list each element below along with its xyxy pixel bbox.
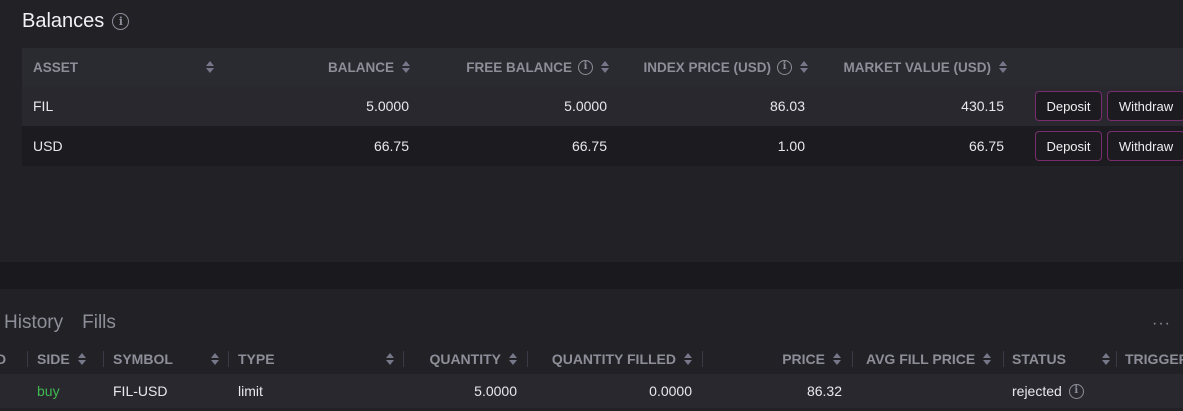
sort-arrows-icon[interactable] bbox=[1094, 343, 1110, 374]
col-type[interactable]: TYPE bbox=[238, 343, 388, 374]
column-divider[interactable] bbox=[403, 351, 404, 367]
asset-cell: FIL bbox=[33, 98, 54, 114]
orders-table-header: D SIDE SYMBOL TYPE QUANTITY QUANTITY FIL… bbox=[0, 343, 1183, 374]
col-status-label: STATUS bbox=[1012, 350, 1066, 367]
col-price-label: PRICE bbox=[782, 350, 825, 367]
balance-cell: 66.75 bbox=[373, 138, 409, 154]
market-value-cell: 430.15 bbox=[961, 98, 1004, 114]
col-balance-label: BALANCE bbox=[328, 59, 394, 75]
sort-arrows-icon bbox=[206, 61, 214, 73]
deposit-button[interactable]: Deposit bbox=[1035, 131, 1102, 161]
deposit-button[interactable]: Deposit bbox=[1035, 91, 1102, 121]
col-trigger[interactable]: TRIGGER bbox=[1125, 343, 1183, 374]
col-symbol-label: SYMBOL bbox=[113, 350, 173, 367]
sort-arrows-icon bbox=[999, 61, 1007, 73]
col-free-balance[interactable]: FREE BALANCE i bbox=[422, 48, 609, 86]
balances-table: ASSET BALANCE FREE BALANCE i INDEX PRICE… bbox=[22, 48, 1183, 166]
column-divider[interactable] bbox=[702, 351, 703, 367]
column-divider[interactable] bbox=[1116, 351, 1117, 367]
info-icon[interactable]: i bbox=[777, 59, 792, 75]
sort-arrows-icon bbox=[77, 352, 86, 365]
col-side-label: SIDE bbox=[37, 350, 70, 367]
sort-arrows-icon[interactable] bbox=[378, 343, 394, 374]
info-icon[interactable]: i bbox=[578, 59, 593, 75]
sort-arrows-icon bbox=[601, 61, 609, 73]
col-side[interactable]: SIDE bbox=[37, 343, 97, 374]
col-asset[interactable]: ASSET bbox=[33, 48, 213, 86]
balances-table-header: ASSET BALANCE FREE BALANCE i INDEX PRICE… bbox=[22, 48, 1183, 86]
column-divider[interactable] bbox=[1003, 351, 1004, 367]
balances-title-text: Balances bbox=[22, 10, 105, 32]
col-quantity-filled[interactable]: QUANTITY FILLED bbox=[535, 343, 692, 374]
status-cell: rejected i bbox=[1012, 374, 1084, 408]
column-divider[interactable] bbox=[103, 351, 104, 367]
asset-cell: USD bbox=[33, 138, 63, 154]
col-index-price[interactable]: INDEX PRICE (USD) i bbox=[612, 48, 808, 86]
side-cell: buy bbox=[37, 383, 60, 399]
tab-history[interactable]: History bbox=[4, 312, 63, 334]
market-value-cell: 66.75 bbox=[968, 138, 1004, 154]
balances-title: Balances i bbox=[22, 10, 130, 33]
col-free-balance-label: FREE BALANCE bbox=[466, 59, 572, 75]
symbol-cell: FIL-USD bbox=[113, 383, 168, 399]
col-type-label: TYPE bbox=[238, 350, 275, 367]
col-index-price-label: INDEX PRICE (USD) bbox=[643, 59, 771, 75]
sort-arrows-icon[interactable] bbox=[203, 343, 219, 374]
index-price-cell: 1.00 bbox=[777, 138, 805, 154]
sort-arrows-icon bbox=[800, 61, 808, 73]
free-balance-cell: 66.75 bbox=[571, 138, 607, 154]
orders-tabs: History Fills bbox=[0, 310, 116, 336]
sort-arrows-icon bbox=[833, 352, 841, 365]
panel-divider bbox=[0, 262, 1183, 289]
col-quantity[interactable]: QUANTITY bbox=[410, 343, 517, 374]
info-icon[interactable]: i bbox=[1068, 383, 1084, 399]
type-cell: limit bbox=[238, 383, 263, 399]
col-id-partial[interactable]: D bbox=[0, 343, 6, 374]
table-row: buy FIL-USD limit 5.0000 0.0000 86.32 re… bbox=[0, 374, 1183, 408]
sort-arrows-icon bbox=[211, 352, 219, 365]
info-icon[interactable]: i bbox=[112, 13, 130, 30]
quantity-cell: 5.0000 bbox=[474, 383, 517, 399]
sort-arrows-icon bbox=[402, 61, 410, 73]
table-row: FIL 5.0000 5.0000 86.03 430.15 Deposit W… bbox=[22, 86, 1183, 126]
col-avg-fill-price[interactable]: AVG FILL PRICE bbox=[866, 343, 1001, 374]
sort-arrows-icon bbox=[509, 352, 517, 365]
sort-arrows-icon[interactable] bbox=[198, 48, 218, 86]
withdraw-button[interactable]: Withdraw bbox=[1107, 131, 1183, 161]
sort-arrows-icon bbox=[684, 352, 692, 365]
col-market-value[interactable]: MARKET VALUE (USD) bbox=[812, 48, 1007, 86]
quantity-filled-cell: 0.0000 bbox=[649, 383, 692, 399]
index-price-cell: 86.03 bbox=[769, 98, 805, 114]
col-market-value-label: MARKET VALUE (USD) bbox=[843, 59, 992, 75]
balance-cell: 5.0000 bbox=[366, 98, 409, 114]
more-horizontal-icon[interactable]: ··· bbox=[1152, 315, 1171, 333]
column-divider[interactable] bbox=[27, 351, 28, 367]
status-text: rejected bbox=[1012, 383, 1062, 399]
col-avg-fill-price-label: AVG FILL PRICE bbox=[866, 350, 976, 367]
col-quantity-filled-label: QUANTITY FILLED bbox=[551, 350, 676, 367]
column-divider[interactable] bbox=[852, 351, 853, 367]
col-price[interactable]: PRICE bbox=[710, 343, 841, 374]
price-cell: 86.32 bbox=[806, 383, 842, 399]
withdraw-button[interactable]: Withdraw bbox=[1107, 91, 1183, 121]
tab-fills[interactable]: Fills bbox=[82, 312, 116, 334]
free-balance-cell: 5.0000 bbox=[564, 98, 607, 114]
col-quantity-label: QUANTITY bbox=[429, 350, 501, 367]
col-balance[interactable]: BALANCE bbox=[222, 48, 410, 86]
col-asset-label: ASSET bbox=[33, 59, 79, 75]
sort-arrows-icon bbox=[983, 352, 992, 365]
sort-arrows-icon bbox=[1102, 352, 1110, 365]
column-divider[interactable] bbox=[228, 351, 229, 367]
column-divider[interactable] bbox=[527, 351, 528, 367]
table-row: USD 66.75 66.75 1.00 66.75 Deposit Withd… bbox=[22, 126, 1183, 166]
sort-arrows-icon bbox=[386, 352, 394, 365]
col-status[interactable]: STATUS bbox=[1012, 343, 1107, 374]
